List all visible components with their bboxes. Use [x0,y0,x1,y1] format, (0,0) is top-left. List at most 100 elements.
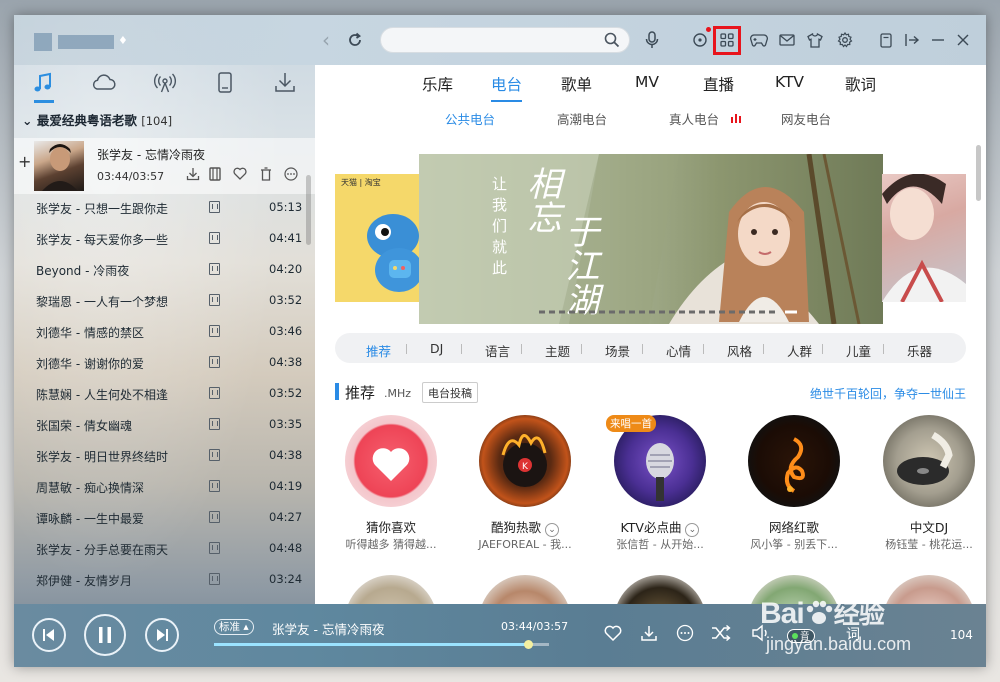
settings-gear-icon[interactable] [834,29,856,51]
main-tab[interactable]: 乐库 [422,73,453,95]
mv-icon[interactable] [206,167,224,185]
song-row[interactable]: 刘德华 - 谢谢你的爱 04:38 [14,347,315,378]
category-tab[interactable]: 场景 [605,341,630,360]
radio-dot-icon[interactable] [689,29,711,51]
download-icon[interactable] [637,624,661,648]
refresh-icon[interactable] [344,29,366,51]
category-tab[interactable]: DJ [430,341,443,356]
radio-disc-guess[interactable] [345,415,437,507]
radio-disc-chinese-dj[interactable] [883,415,975,507]
song-row[interactable]: 陈慧娴 - 人生何处不相逢 03:52 [14,378,315,409]
category-tab[interactable]: 风格 [727,341,752,360]
radio-card-network[interactable]: 网络红歌 风小筝 - 别丢下... [738,415,848,555]
add-icon[interactable]: + [18,152,31,171]
mv-icon[interactable] [209,449,220,461]
previous-button[interactable] [32,618,66,652]
radio-sub-tab[interactable]: 网友电台 [781,109,831,128]
category-tab[interactable]: 乐器 [907,341,932,360]
more-options-icon[interactable] [282,167,300,185]
shuffle-icon[interactable] [709,624,733,648]
gamepad-icon[interactable] [748,29,770,51]
download-icon[interactable] [270,71,300,99]
contribute-radio-button[interactable]: 电台投稿 [422,382,478,403]
radio-card-hot[interactable]: K 酷狗热歌 ⌄ JAEFOREAL - 我... [469,415,579,555]
search-icon[interactable] [603,31,621,49]
mv-icon[interactable] [209,511,220,523]
progress-knob[interactable] [523,640,533,649]
main-tab[interactable]: MV [635,73,659,91]
mv-icon[interactable] [209,263,220,275]
chevron-down-circle-icon[interactable]: ⌄ [545,523,559,537]
song-row[interactable]: 黎瑞恩 - 一人有一个梦想 03:52 [14,285,315,316]
radio-sub-tab[interactable]: 公共电台 [445,109,495,128]
quality-mode-selector[interactable]: 标准 ▴ [214,619,254,635]
mv-icon[interactable] [209,356,220,368]
close-icon[interactable] [952,29,974,51]
song-row[interactable]: 周慧敏 - 痴心换情深 04:19 [14,471,315,502]
skin-tshirt-icon[interactable] [804,29,826,51]
heart-icon[interactable] [231,167,249,185]
search-input[interactable] [393,32,593,50]
carousel-indicator[interactable] [539,310,799,314]
progress-bar[interactable] [214,640,549,649]
music-note-icon[interactable] [29,71,59,103]
radio-card-ktv[interactable]: 来唱一首 KTV必点曲 ⌄ 张信哲 - 从开始... [604,415,714,555]
chevron-down-icon[interactable]: ⌄ [22,113,32,128]
broadcast-icon[interactable] [150,71,180,99]
song-row[interactable]: 谭咏麟 - 一生中最爱 04:27 [14,502,315,533]
category-tab[interactable]: 人群 [787,341,812,360]
microphone-icon[interactable] [641,29,663,51]
category-tab[interactable]: 语言 [485,341,510,360]
radio-sub-tab[interactable]: 真人电台 [669,109,719,128]
song-row[interactable]: 郑伊健 - 友情岁月 03:24 [14,564,315,595]
next-button[interactable] [145,618,179,652]
radio-disc-hot[interactable]: K [479,415,571,507]
song-row[interactable]: 张学友 - 分手总要在雨天 04:48 [14,533,315,564]
recommend-ad-link[interactable]: 绝世千百轮回，争夺一世仙王 [810,385,966,402]
song-row[interactable]: 张学友 - 明日世界终结时 04:38 [14,440,315,471]
category-tab[interactable]: 心情 [666,341,691,360]
radio-card-chinese-dj[interactable]: 中文DJ 杨钰莹 - 桃花运... [873,415,983,555]
more-options-icon[interactable] [673,624,697,648]
radio-card-guess[interactable]: 猜你喜欢 听得越多 猜得越... [335,415,445,555]
main-tab[interactable]: 电台 [491,73,523,102]
song-row[interactable]: 张国荣 - 倩女幽魂 03:35 [14,409,315,440]
download-icon[interactable] [184,167,202,185]
radio-disc-network[interactable] [748,415,840,507]
song-row[interactable]: 张学友 - 每天爱你多一些 04:41 [14,223,315,254]
cloud-icon[interactable] [89,71,119,99]
banner-main-slide[interactable]: 让我们就此 相忘 于江湖 [419,154,883,324]
main-tab[interactable]: KTV [775,73,804,91]
mv-icon[interactable] [209,418,220,430]
mv-icon[interactable] [209,201,220,213]
main-tab[interactable]: 歌词 [845,73,876,95]
minimize-icon[interactable] [927,29,949,51]
back-icon[interactable]: ‹ [315,29,337,51]
song-row[interactable]: 张学友 - 只想一生跟你走 05:13 [14,192,315,223]
mini-mode-icon[interactable] [875,29,897,51]
banner-carousel[interactable]: 天猫 | 淘宝 让我们就此 相忘 于江湖 [335,154,966,324]
user-name-blurred[interactable] [58,35,114,49]
user-avatar-blurred[interactable] [34,33,52,51]
category-tab[interactable]: 儿童 [846,341,871,360]
mv-icon[interactable] [209,294,220,306]
main-tab[interactable]: 歌单 [561,73,592,95]
banner-prev-slide[interactable]: 天猫 | 淘宝 [335,174,420,302]
heart-icon[interactable] [601,624,625,648]
mv-icon[interactable] [209,325,220,337]
category-tab[interactable]: 推荐 [366,341,391,360]
playlist-header[interactable]: ⌄ 最爱经典粤语老歌 [104] [22,110,312,130]
chevron-down-circle-icon[interactable]: ⌄ [685,523,700,537]
right-scrollbar[interactable] [976,145,981,201]
mv-icon[interactable] [209,573,220,585]
song-row[interactable]: 刘德华 - 情感的禁区 03:46 [14,316,315,347]
exit-to-tray-icon[interactable] [901,29,923,51]
vip-diamond-icon[interactable]: ♦ [118,35,130,46]
mv-icon[interactable] [209,480,220,492]
radio-sub-tab[interactable]: 高潮电台 [557,109,607,128]
left-scrollbar[interactable] [306,175,311,245]
song-row[interactable]: Beyond - 冷雨夜 04:20 [14,254,315,285]
main-tab[interactable]: 直播 [703,73,734,95]
pause-button[interactable] [84,614,126,656]
mv-icon[interactable] [209,232,220,244]
